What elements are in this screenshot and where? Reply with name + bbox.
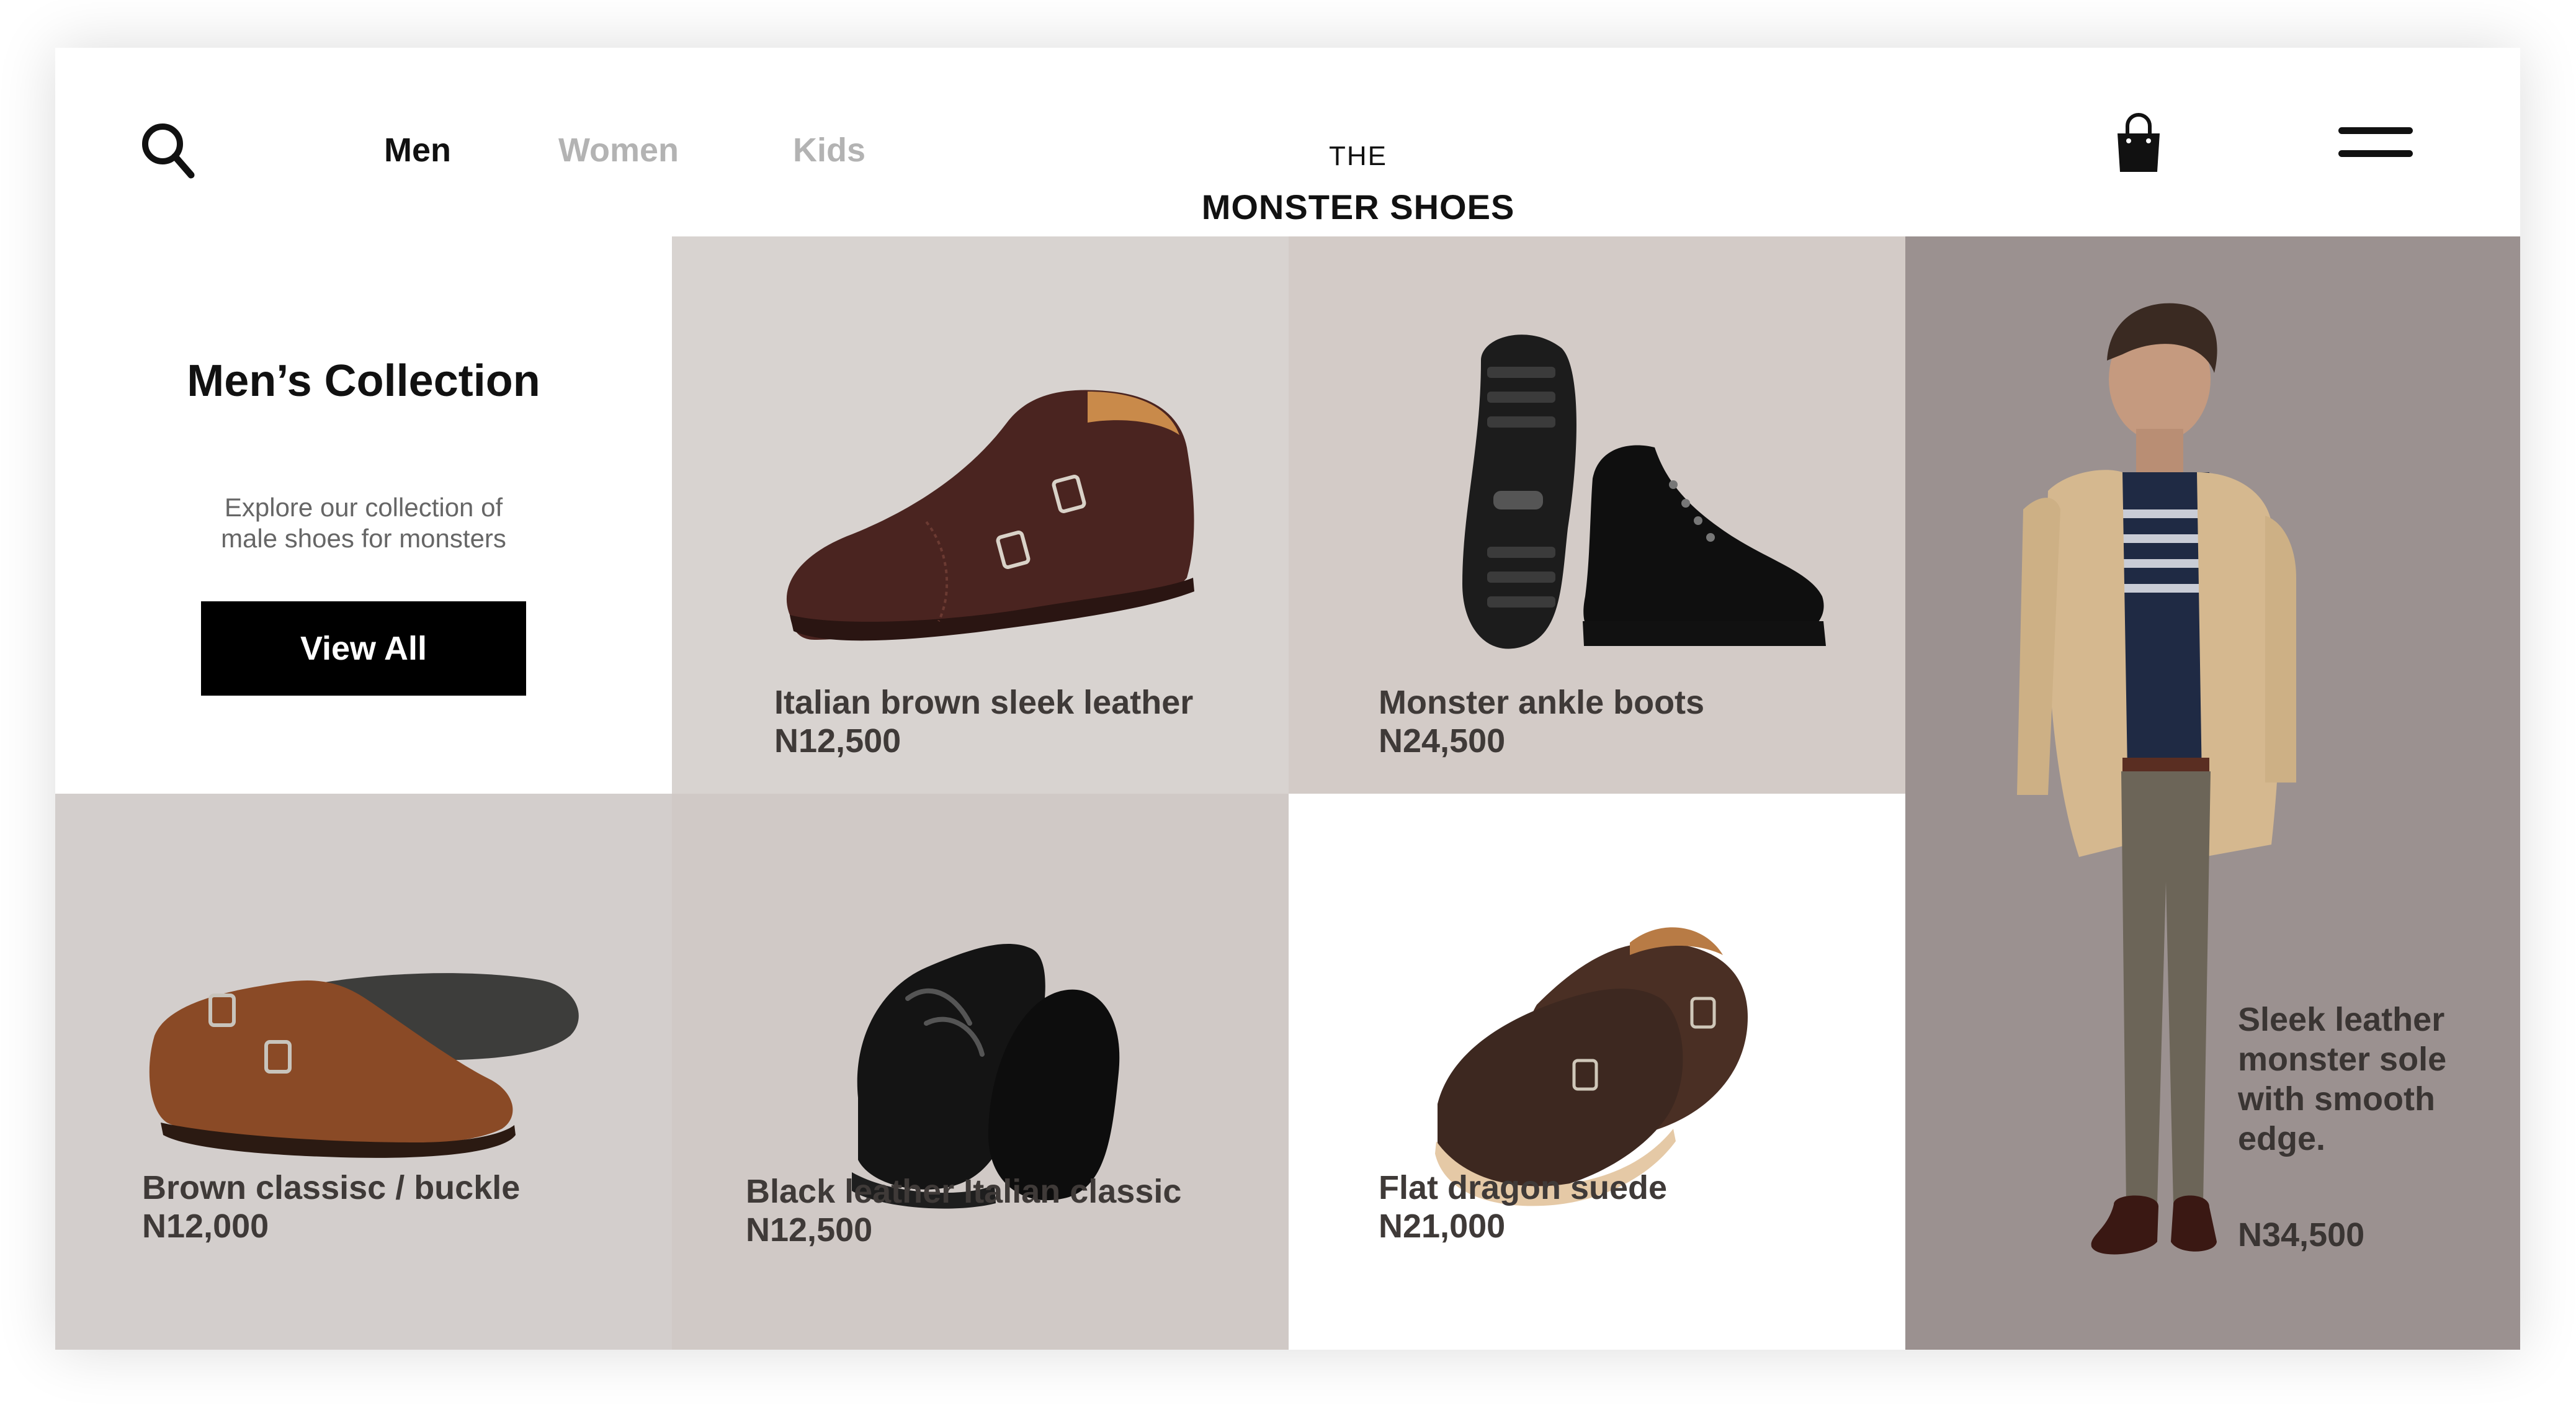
nav-tab-men[interactable]: Men [384, 131, 451, 169]
search-icon [142, 123, 195, 179]
product-price: N21,000 [1379, 1208, 1506, 1245]
brand-name: MONSTER SHOES [1201, 187, 1515, 227]
product-card[interactable]: Monster ankle boots N24,500 [1289, 236, 1905, 794]
product-card[interactable]: Flat dragon suede N21,000 [1289, 794, 1905, 1350]
product-image-black-ankle-boots [1462, 334, 1826, 649]
product-name: Flat dragon suede [1379, 1169, 1668, 1206]
brand-logo[interactable]: THE MONSTER SHOES [1135, 141, 1581, 227]
product-name: Monster ankle boots [1379, 684, 1705, 721]
product-image-brown-buckle-shoes [149, 973, 579, 1158]
product-price: N12,500 [746, 1211, 873, 1249]
product-card[interactable]: Italian brown sleek leather N12,500 [672, 236, 1289, 794]
search-button[interactable] [138, 119, 200, 181]
product-name: Black leather Italian classic [746, 1173, 1182, 1210]
product-price: N12,000 [142, 1208, 269, 1245]
product-name: Italian brown sleek leather [774, 684, 1194, 721]
product-price: N24,500 [1379, 722, 1506, 760]
view-all-button[interactable]: View All [201, 601, 526, 696]
product-image-brown-suede-shoes [1435, 927, 1748, 1206]
featured-description: Sleek leather monster sole with smooth e… [2238, 1001, 2447, 1157]
collection-description: Explore our collection of male shoes for… [221, 493, 506, 553]
featured-product-card[interactable]: Sleek leather monster sole with smooth e… [1905, 236, 2520, 1350]
collection-title: Men’s Collection [187, 356, 540, 406]
product-card[interactable]: Black leather Italian classic N12,500 [672, 794, 1289, 1350]
nav-tab-women[interactable]: Women [558, 131, 679, 169]
product-name: Brown classisc / buckle [142, 1169, 521, 1206]
top-navigation-bar: Men Women Kids THE MONSTER SHOES [55, 48, 2520, 236]
product-price: N12,500 [774, 722, 901, 760]
cart-button[interactable] [2114, 112, 2163, 174]
product-image-black-lace-up-shoes [852, 943, 1120, 1209]
product-image-brown-monk-shoe [786, 390, 1194, 641]
nav-tab-kids[interactable]: Kids [793, 131, 865, 169]
featured-price: N34,500 [2238, 1216, 2365, 1254]
product-card[interactable]: Brown classisc / buckle N12,000 [55, 794, 672, 1350]
hamburger-menu-icon [2338, 127, 2419, 157]
hamburger-menu-button[interactable] [2338, 127, 2419, 164]
app-frame: Men Women Kids THE MONSTER SHOES Men’s C… [55, 48, 2520, 1350]
collection-intro: Men’s Collection Explore our collection … [55, 236, 672, 794]
brand-prefix: THE [1329, 141, 1387, 171]
shopping-bag-icon [2118, 113, 2160, 172]
